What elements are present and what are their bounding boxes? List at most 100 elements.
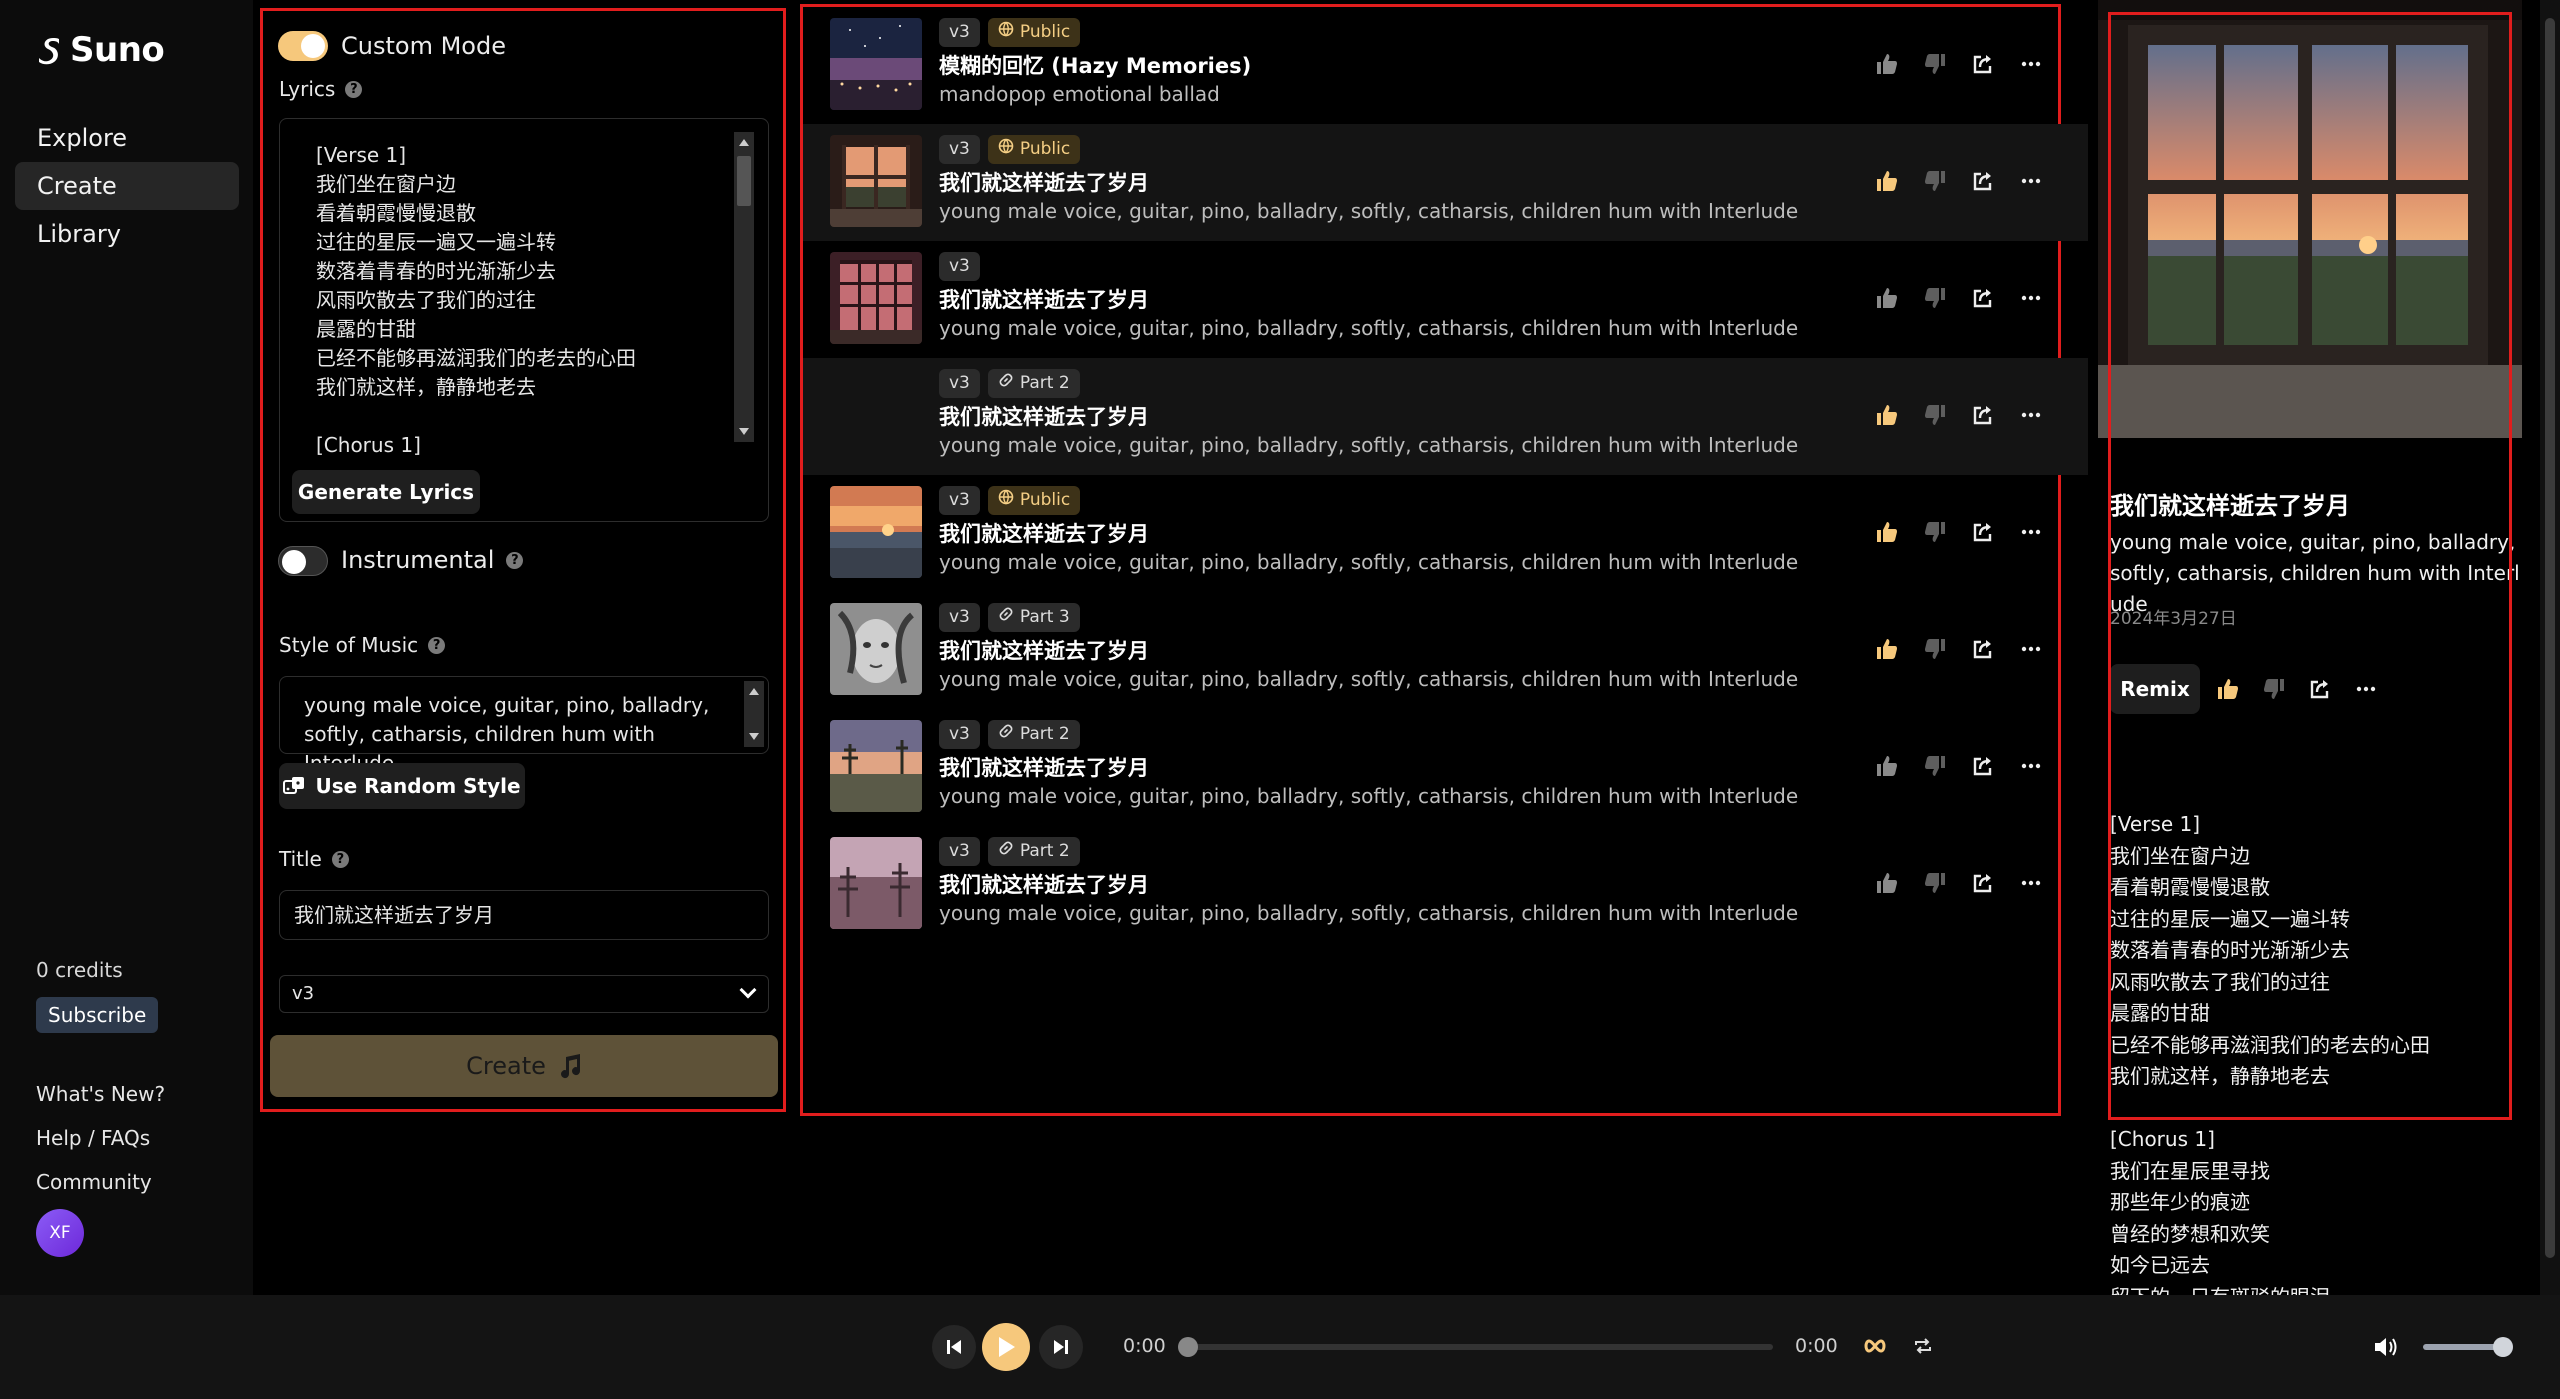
share-icon[interactable] [1971,871,1995,895]
remix-button[interactable]: Remix [2110,664,2200,714]
lyrics-content[interactable]: [Verse 1] 我们坐在窗户边 看着朝霞慢慢退散 过往的星辰一遍又一遍斗转 数落着青… [280,119,768,459]
public-badge[interactable]: Public [987,18,1081,47]
song-cover-thumbnail[interactable] [830,252,922,344]
thumbs-up-icon[interactable] [1875,52,1899,76]
song-cover-thumbnail[interactable] [830,486,922,578]
play-button[interactable] [982,1323,1030,1371]
share-icon[interactable] [2308,677,2332,701]
version-select[interactable]: v3 [279,975,769,1013]
whats-new-link[interactable]: What's New? [36,1082,165,1106]
share-icon[interactable] [1971,403,1995,427]
song-cover-thumbnail[interactable] [830,135,922,227]
create-button[interactable]: Create [270,1035,778,1097]
scroll-down-icon[interactable] [749,733,759,740]
volume-knob[interactable] [2493,1337,2513,1357]
song-cover-thumbnail[interactable] [830,18,922,110]
suno-logo[interactable]: Suno [36,30,165,70]
repeat-button[interactable] [1910,1333,1936,1359]
community-link[interactable]: Community [36,1170,152,1194]
more-icon[interactable] [2354,677,2378,701]
custom-mode-toggle[interactable] [278,31,328,61]
thumbs-down-icon[interactable] [1923,637,1947,661]
song-title[interactable]: 我们就这样逝去了岁月 [939,284,1149,314]
page-scrollbar[interactable] [2540,0,2560,1295]
more-icon[interactable] [2019,520,2043,544]
thumbs-down-icon[interactable] [1923,403,1947,427]
song-row[interactable]: v3 Part 2 我们就这样逝去了岁月 young male voice, guit… [803,358,2088,475]
thumbs-down-icon[interactable] [1923,169,1947,193]
thumbs-down-icon[interactable] [1923,52,1947,76]
song-row[interactable]: v3 Part 3 我们就这样逝去了岁月 young male voice, guit… [803,592,2088,709]
next-button[interactable] [1039,1325,1083,1369]
thumbs-up-icon[interactable] [1875,169,1899,193]
thumbs-down-icon[interactable] [1923,286,1947,310]
song-title[interactable]: 我们就这样逝去了岁月 [939,518,1149,548]
share-icon[interactable] [1971,637,1995,661]
thumbs-up-icon[interactable] [1875,520,1899,544]
song-title[interactable]: 我们就这样逝去了岁月 [939,635,1149,665]
share-icon[interactable] [1971,520,1995,544]
share-icon[interactable] [1971,754,1995,778]
progress-knob[interactable] [1178,1337,1198,1357]
lyrics-textarea[interactable]: [Verse 1] 我们坐在窗户边 看着朝霞慢慢退散 过往的星辰一遍又一遍斗转 数落着青… [279,118,769,522]
nav-library[interactable]: Library [15,210,239,258]
more-icon[interactable] [2019,52,2043,76]
song-title[interactable]: 我们就这样逝去了岁月 [939,167,1149,197]
song-title[interactable]: 我们就这样逝去了岁月 [939,752,1149,782]
style-scrollbar[interactable] [744,681,764,747]
nav-create[interactable]: Create [15,162,239,210]
generate-lyrics-button[interactable]: Generate Lyrics [292,470,480,514]
share-icon[interactable] [1971,169,1995,193]
thumbs-up-icon[interactable] [1875,754,1899,778]
song-cover-thumbnail[interactable] [830,837,922,929]
more-icon[interactable] [2019,403,2043,427]
thumbs-down-icon[interactable] [2262,677,2286,701]
part-badge[interactable]: Part 2 [987,720,1080,749]
song-row[interactable]: v3 Part 2 我们就这样逝去了岁月 young male voice, guit… [803,709,2088,826]
title-input[interactable]: 我们就这样逝去了岁月 [279,890,769,940]
more-icon[interactable] [2019,637,2043,661]
use-random-style-button[interactable]: Use Random Style [279,763,525,809]
thumbs-down-icon[interactable] [1923,871,1947,895]
part-badge[interactable]: Part 3 [987,603,1080,632]
previous-button[interactable] [932,1325,976,1369]
part-badge[interactable]: Part 2 [987,837,1080,866]
public-badge[interactable]: Public [987,486,1081,515]
song-cover-thumbnail[interactable] [830,603,922,695]
help-faqs-link[interactable]: Help / FAQs [36,1126,150,1150]
scroll-thumb[interactable] [737,156,751,206]
song-row[interactable]: v3 Public 我们就这样逝去了岁月 young male voice, guit… [803,475,2088,592]
song-title[interactable]: 我们就这样逝去了岁月 [939,869,1149,899]
progress-slider[interactable] [1178,1337,1773,1357]
thumbs-up-icon[interactable] [1875,637,1899,661]
thumbs-down-icon[interactable] [1923,754,1947,778]
thumbs-down-icon[interactable] [1923,520,1947,544]
song-row[interactable]: v3 我们就这样逝去了岁月 young male voice, guitar, pi… [803,241,2088,358]
part-badge[interactable]: Part 2 [987,369,1080,398]
share-icon[interactable] [1971,52,1995,76]
song-title[interactable]: 模糊的回忆 (Hazy Memories) [939,50,1251,80]
scroll-down-icon[interactable] [739,428,749,435]
volume-slider[interactable] [2423,1337,2513,1357]
song-row[interactable]: v3 Public 我们就这样逝去了岁月 young male voice, guit… [803,124,2088,241]
more-icon[interactable] [2019,286,2043,310]
share-icon[interactable] [1971,286,1995,310]
help-icon[interactable]: ? [506,551,524,569]
song-row[interactable]: v3 Part 2 我们就这样逝去了岁月 young male voice, guit… [803,826,2088,943]
instrumental-toggle[interactable] [278,546,328,576]
song-cover-thumbnail[interactable] [830,720,922,812]
thumbs-up-icon[interactable] [1875,871,1899,895]
avatar[interactable]: XF [36,1209,84,1257]
song-row[interactable]: v3 Public 模糊的回忆 (Hazy Memories) mandopop em… [803,7,2088,124]
song-cover-thumbnail[interactable] [830,369,922,461]
subscribe-button[interactable]: Subscribe [36,997,159,1033]
lyrics-scrollbar[interactable] [734,132,754,442]
scroll-up-icon[interactable] [749,688,759,695]
thumbs-up-icon[interactable] [1875,403,1899,427]
thumbs-up-icon[interactable] [2216,677,2240,701]
volume-button[interactable] [2372,1333,2400,1361]
more-icon[interactable] [2019,169,2043,193]
style-of-music-input[interactable]: young male voice, guitar, pino, balladry… [279,676,769,775]
nav-explore[interactable]: Explore [15,114,239,162]
help-icon[interactable]: ? [428,636,446,654]
